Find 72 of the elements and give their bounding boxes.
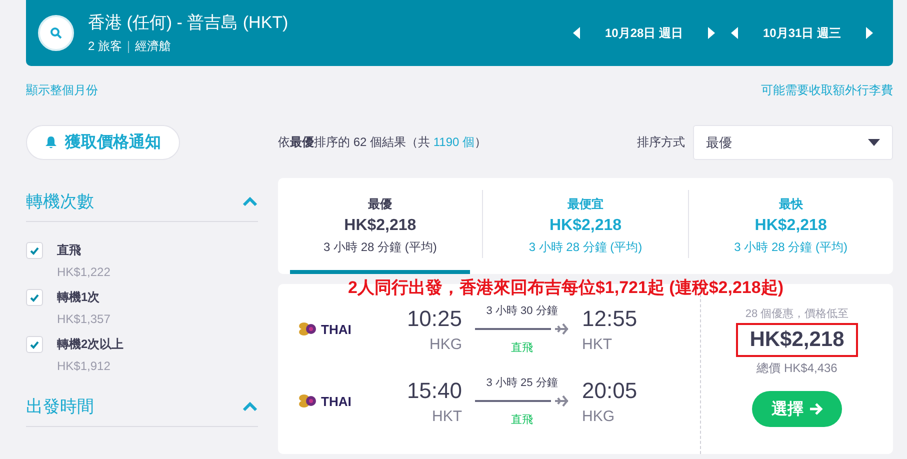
tab-duration: 3 小時 28 分鐘 (平均) xyxy=(734,239,848,256)
checkbox[interactable] xyxy=(26,336,43,353)
airline-logo-icon xyxy=(298,322,318,336)
caret-icon xyxy=(868,139,880,146)
sort-tab[interactable]: 最快 HK$2,218 3 小時 28 分鐘 (平均) xyxy=(688,178,893,274)
date-label[interactable]: 10月31日 週三 xyxy=(747,24,857,42)
search-button[interactable] xyxy=(38,15,74,51)
next-date-icon[interactable] xyxy=(707,27,715,39)
checkbox[interactable] xyxy=(26,289,43,306)
filter-option-label: 轉機2次以上 xyxy=(57,336,124,353)
tab-duration: 3 小時 28 分鐘 (平均) xyxy=(528,239,642,256)
tab-price: HK$2,218 xyxy=(754,217,827,235)
tab-label: 最便宜 xyxy=(567,196,604,213)
airport-code: HKT xyxy=(432,408,462,424)
total-results-link[interactable]: 1190 個 xyxy=(433,135,474,149)
arrival-time: 12:55 xyxy=(582,306,638,332)
total-price: 總價 HK$4,436 xyxy=(756,360,838,377)
date-label[interactable]: 10月28日 週日 xyxy=(589,24,699,42)
flight-path-icon xyxy=(475,323,569,335)
arrival-time: 20:05 xyxy=(582,378,638,404)
filter-option-label: 直飛 xyxy=(57,242,82,259)
departure-time: 15:40 xyxy=(406,378,462,404)
filter-title: 轉機次數 xyxy=(26,191,94,213)
flight-price: HK$2,218 xyxy=(736,323,858,357)
tab-label: 最快 xyxy=(778,196,803,213)
collapse-icon[interactable] xyxy=(242,196,258,206)
tab-price: HK$2,218 xyxy=(344,217,416,235)
results-summary: 依最優排序的 62 個結果（共 1190 個） xyxy=(278,134,486,151)
airport-code: HKG xyxy=(429,336,462,352)
search-icon xyxy=(50,27,62,39)
departure-time: 10:25 xyxy=(406,306,462,332)
tab-duration: 3 小時 28 分鐘 (平均) xyxy=(323,239,437,256)
check-icon xyxy=(30,294,39,302)
airport-code: HKG xyxy=(582,408,615,424)
filter-title: 出發時間 xyxy=(26,396,94,418)
flight-path-icon xyxy=(475,395,569,407)
bell-icon xyxy=(45,136,57,149)
select-button[interactable]: 選擇 xyxy=(752,391,842,427)
sort-tab[interactable]: 最優 HK$2,218 3 小時 28 分鐘 (平均) xyxy=(278,178,482,274)
check-icon xyxy=(30,340,39,348)
airline-logo-icon xyxy=(298,394,318,408)
filter-option-price: HK$1,912 xyxy=(57,359,112,373)
flight-duration: 3 小時 25 分鐘 xyxy=(486,376,558,390)
baggage-link[interactable]: 可能需要收取額外行李費 xyxy=(761,82,893,99)
previous-date-icon[interactable] xyxy=(731,27,739,39)
cabin-class: 經濟艙 xyxy=(135,38,172,55)
flight-duration: 3 小時 30 分鐘 xyxy=(486,304,558,318)
month-link[interactable]: 顯示整個月份 xyxy=(26,82,98,99)
filter-option-label: 轉機1次 xyxy=(57,289,101,306)
sort-dropdown[interactable]: 最優 xyxy=(693,125,893,160)
tab-label: 最優 xyxy=(368,196,392,213)
traveller-count: 2 旅客 xyxy=(88,38,122,55)
deals-count: 28 個優惠，價格低至 xyxy=(745,306,849,321)
arrow-right-icon xyxy=(810,403,822,415)
checkbox[interactable] xyxy=(26,242,43,259)
airline-name: THAI xyxy=(321,394,352,408)
filter-option-price: HK$1,222 xyxy=(57,265,110,279)
route-title: 香港 (任何) - 普吉島 (HKT) xyxy=(88,12,288,34)
sort-label: 排序方式 xyxy=(637,134,685,151)
sort-tab[interactable]: 最便宜 HK$2,218 3 小時 28 分鐘 (平均) xyxy=(483,178,688,274)
collapse-icon[interactable] xyxy=(242,402,258,412)
promo-annotation: 2人同行出發，香港來回布吉每位$1,721起 (連稅$2,218起) xyxy=(348,277,784,299)
airport-code: HKT xyxy=(582,336,612,352)
tab-price: HK$2,218 xyxy=(549,217,622,235)
stops-label: 直飛 xyxy=(511,341,533,355)
next-date-icon[interactable] xyxy=(865,27,873,39)
check-icon xyxy=(30,246,39,254)
previous-date-icon[interactable] xyxy=(573,27,581,39)
stops-label: 直飛 xyxy=(511,413,533,427)
filter-option-price: HK$1,357 xyxy=(57,312,110,326)
airline-name: THAI xyxy=(321,322,352,336)
price-alert-button[interactable]: 獲取價格通知 xyxy=(26,125,180,160)
